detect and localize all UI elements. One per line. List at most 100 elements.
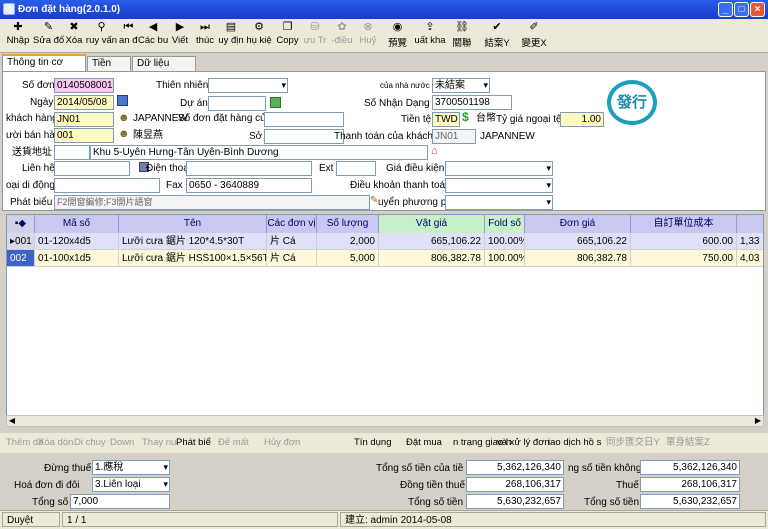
cell-code[interactable]: 01-100x1d5 — [35, 250, 119, 267]
remark-field[interactable]: F2開窗編修;F3開片語窗 — [54, 195, 370, 210]
line-action-button-8[interactable]: Tín dụng — [354, 436, 392, 450]
toolbar-button-12[interactable]: ✿ -điều — [329, 21, 355, 51]
person-icon[interactable]: ☻ — [118, 128, 130, 140]
col-quantity[interactable]: Số lượng — [317, 215, 379, 233]
scroll-left-icon[interactable]: ◀ — [6, 415, 18, 427]
col-name[interactable]: Tên — [119, 215, 267, 233]
line-action-button-12[interactable]: iao dịch hồ s — [548, 436, 601, 450]
cell-qty[interactable]: 2,000 — [317, 233, 379, 250]
cell-cost[interactable]: 600.00 — [631, 233, 737, 250]
cell-unit[interactable]: 片 Cá — [267, 233, 317, 250]
col-custom-cost[interactable]: 自訂單位成本 — [631, 215, 737, 233]
calendar-icon[interactable] — [117, 95, 128, 106]
line-action-button-3[interactable]: Down — [110, 436, 134, 450]
contact-field[interactable] — [54, 161, 130, 176]
cell-no[interactable]: 002 — [7, 250, 35, 267]
order-number-field[interactable]: 0140508001 — [54, 78, 114, 93]
address-field[interactable]: Khu 5-Uyên Hưng-Tân Uyên-Bình Dương — [90, 145, 428, 160]
toolbar-button-2[interactable]: ✖ Xóa — [64, 21, 84, 51]
toolbar-button-8[interactable]: ▤ uy địn — [218, 21, 244, 51]
phone-field[interactable] — [186, 161, 312, 176]
horizontal-scrollbar[interactable] — [6, 415, 764, 427]
table-row[interactable]: 002 01-100x1d5 Lưỡi cưa 鋸片 HSS100×1.5×56T 片… — [7, 250, 763, 267]
toolbar-button-18[interactable]: ✐ 變更X — [516, 21, 552, 51]
cell-extra[interactable]: 4,03 — [737, 250, 763, 267]
toolbar-button-14[interactable]: ◉ 預覽 — [381, 21, 414, 51]
col-unit[interactable]: Các đơn vị — [267, 215, 317, 233]
salesperson-field[interactable]: 001 — [54, 128, 114, 143]
money-icon[interactable]: $ — [462, 110, 469, 124]
toolbar-button-16[interactable]: ⛓ 關聯 — [446, 21, 478, 51]
shipping-method-select[interactable] — [445, 195, 553, 210]
col-price[interactable]: Vật giá — [379, 215, 485, 233]
maximize-button[interactable]: □ — [734, 2, 749, 17]
toolbar-button-17[interactable]: ✔ 結案Y — [478, 21, 516, 51]
line-action-button-13[interactable]: 同步匯交日Y — [606, 436, 660, 450]
toolbar-button-11[interactable]: ⛁ ưu Tr — [301, 21, 329, 51]
line-action-button-4[interactable]: Thay nu — [142, 436, 176, 450]
fax-field[interactable]: 0650 - 3640889 — [186, 178, 312, 193]
cell-qty[interactable]: 5,000 — [317, 250, 379, 267]
customer-field[interactable]: JN01 — [54, 112, 114, 127]
toolbar-button-7[interactable]: ⏭ thúc — [192, 21, 218, 51]
table-row[interactable]: ▸001 01-120x4d5 Lưỡi cưa 鋸片 120*4.5*30T 片 C… — [7, 233, 763, 250]
close-button[interactable]: × — [750, 2, 765, 17]
cell-code[interactable]: 01-120x4d5 — [35, 233, 119, 250]
person-icon[interactable]: ☻ — [118, 112, 130, 124]
toolbar-button-4[interactable]: ⏮ an đầu — [119, 21, 138, 51]
col-extra[interactable] — [737, 215, 763, 233]
col-unit-price[interactable]: Đơn giá — [525, 215, 631, 233]
id-number-field[interactable]: 3700501198 — [432, 95, 512, 110]
cell-unit_price[interactable]: 665,106.22 — [525, 233, 631, 250]
scroll-right-icon[interactable]: ▶ — [752, 415, 764, 427]
col-fold[interactable]: Fold số — [485, 215, 525, 233]
toolbar-button-9[interactable]: ⚙ hụ kiệ — [244, 21, 274, 51]
row-selector-header[interactable]: ▪◆ — [7, 215, 35, 233]
payment-terms-select[interactable] — [445, 178, 553, 193]
office-field[interactable] — [264, 129, 344, 144]
line-action-button-14[interactable]: 單身結案Z — [666, 436, 710, 450]
tab-view-data[interactable]: Dữ liệu Xem — [132, 56, 196, 83]
line-action-button-9[interactable]: Đặt mua — [406, 436, 442, 450]
tab-basic-info[interactable]: Thông tin cơ bản — [2, 54, 86, 82]
price-condition-select[interactable] — [445, 161, 553, 176]
col-code[interactable]: Mã số — [35, 215, 119, 233]
billing-customer-field[interactable]: JN01 — [432, 129, 476, 144]
address-code-field[interactable] — [54, 145, 90, 160]
cell-name[interactable]: Lưỡi cưa 鋸片 120*4.5*30T — [119, 233, 267, 250]
line-action-button-2[interactable]: Di chuy — [74, 436, 106, 450]
line-action-button-5[interactable]: Phát biể — [176, 436, 211, 450]
toolbar-button-0[interactable]: ✚ Nhập — [3, 21, 33, 51]
cell-unit[interactable]: 片 Cá — [267, 250, 317, 267]
home-icon[interactable]: ⌂ — [431, 145, 438, 157]
tax-type-select[interactable]: 1.應稅 — [92, 460, 170, 475]
nature-select[interactable] — [208, 78, 288, 93]
minimize-button[interactable]: _ — [718, 2, 733, 17]
date-field[interactable]: 2014/05/08 — [54, 95, 114, 110]
cell-cost[interactable]: 750.00 — [631, 250, 737, 267]
toolbar-button-5[interactable]: ◀ Các bư — [138, 21, 168, 51]
invoice-type-select[interactable]: 3.Liên loại — [92, 477, 170, 492]
tab-deposit[interactable]: Tiền gửi — [87, 56, 131, 83]
cell-fold[interactable]: 100.00% — [485, 250, 525, 267]
project-field[interactable] — [208, 96, 266, 111]
exchange-rate-field[interactable]: 1.00 — [560, 112, 604, 127]
toolbar-button-3[interactable]: ⚲ ruy vấn — [84, 21, 119, 51]
line-action-button-6[interactable]: Để mất — [218, 436, 249, 450]
lookup-icon[interactable] — [270, 97, 281, 108]
line-action-button-7[interactable]: Hủy đơn — [264, 436, 300, 450]
toolbar-button-13[interactable]: ⊗ Huỷ — [355, 21, 381, 51]
cell-extra[interactable]: 1,33 — [737, 233, 763, 250]
cell-name[interactable]: Lưỡi cưa 鋸片 HSS100×1.5×56T — [119, 250, 267, 267]
ext-field[interactable] — [336, 161, 376, 176]
toolbar-button-15[interactable]: ⇪ uất kha — [414, 21, 446, 51]
cell-fold[interactable]: 100.00% — [485, 233, 525, 250]
status-select[interactable]: 未結案 — [432, 78, 490, 93]
cell-price[interactable]: 665,106.22 — [379, 233, 485, 250]
cell-price[interactable]: 806,382.78 — [379, 250, 485, 267]
line-action-button-11[interactable]: và xử lý đơn — [497, 436, 550, 450]
toolbar-button-1[interactable]: ✎ Sửa đổ — [33, 21, 64, 51]
line-action-button-1[interactable]: Xóa dòn — [38, 436, 73, 450]
cell-unit_price[interactable]: 806,382.78 — [525, 250, 631, 267]
toolbar-button-6[interactable]: ▶ Viết — [168, 21, 192, 51]
